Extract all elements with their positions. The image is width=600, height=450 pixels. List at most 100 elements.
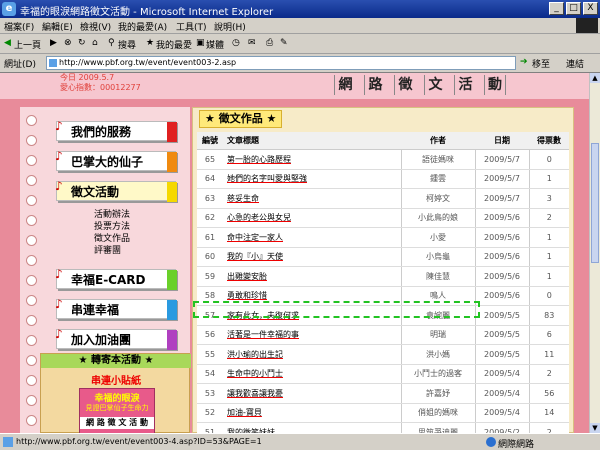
cell-author: 語徒媽咪 — [400, 149, 475, 170]
cell-title[interactable]: 她們的名字叫愛與堅強 — [223, 169, 401, 189]
cell-votes: 0 — [528, 149, 569, 170]
cell-author: 小鬥士的過客 — [400, 364, 475, 384]
nav-essay-event[interactable]: ♪ 徵文活動 — [55, 179, 177, 202]
cell-number: 53 — [197, 383, 223, 404]
nav-color-tab — [167, 182, 177, 202]
nav-palm-fairy[interactable]: ♪ 巴掌大的仙子 — [55, 149, 177, 172]
hole-decoration — [26, 155, 37, 166]
cell-title[interactable]: 加油-寶貝 — [223, 403, 401, 423]
edit-icon[interactable]: ✎ — [280, 38, 288, 48]
cell-title[interactable]: 我的『小』天使 — [223, 247, 401, 267]
cell-title[interactable]: 心急的老公與女兒 — [223, 208, 401, 228]
table-row[interactable]: 65 第一胎的心路歷程 語徒媽咪 2009/5/7 0 — [197, 149, 569, 170]
scroll-thumb[interactable] — [591, 143, 599, 263]
address-bar: 網址(D) http://www.pbf.org.tw/event/event0… — [0, 54, 600, 73]
status-bar: http://www.pbf.org.tw/event/event003-4.a… — [0, 433, 600, 450]
table-row[interactable]: 52 加油-寶貝 俏姐的媽咪 2009/5/4 14 — [197, 403, 569, 423]
vertical-scrollbar[interactable]: ▲ ▼ — [589, 73, 600, 433]
cell-number: 64 — [197, 169, 223, 189]
history-icon[interactable]: ◷ — [232, 38, 240, 48]
table-row[interactable]: 62 心急的老公與女兒 小此鳥的娘 2009/5/6 2 — [197, 208, 569, 228]
menu-view[interactable]: 檢視(V) — [80, 20, 111, 33]
menu-edit[interactable]: 編輯(E) — [42, 20, 73, 33]
banner-char: 徵 — [394, 75, 416, 95]
go-button[interactable]: 移至 — [532, 57, 550, 70]
works-title: ★ 徵文作品 ★ — [199, 110, 283, 128]
nav-label: 我們的服務 — [71, 125, 132, 139]
address-input[interactable]: http://www.pbf.org.tw/event/event003-2.a… — [46, 56, 516, 70]
cell-number: 51 — [197, 422, 223, 433]
table-row[interactable]: 53 讓我歡喜讓我憂 許嘉妤 2009/5/4 56 — [197, 383, 569, 404]
menu-favorites[interactable]: 我的最愛(A) — [118, 20, 167, 33]
cell-author: 洪小媽 — [400, 344, 475, 365]
hole-decoration — [26, 375, 37, 386]
cell-date: 2009/5/4 — [474, 383, 529, 404]
nav-link-happiness[interactable]: ♪ 串連幸福 — [55, 297, 177, 320]
subnav-judges[interactable]: 評審團 — [94, 243, 121, 256]
table-row[interactable]: 64 她們的名字叫愛與堅強 鍾雲 2009/5/7 1 — [197, 169, 569, 189]
table-row[interactable]: 59 出雞變安胎 陳佳慧 2009/5/6 1 — [197, 266, 569, 287]
go-icon[interactable]: ➔ — [520, 57, 528, 67]
cell-title[interactable]: 活著是一件幸福的事 — [223, 325, 401, 345]
internet-zone-icon — [486, 437, 496, 447]
cell-author: 鍾雲 — [400, 169, 475, 189]
nav-our-services[interactable]: ♪ 我們的服務 — [55, 119, 177, 142]
favorites-icon[interactable]: ★ — [146, 38, 154, 48]
media-icon[interactable]: ▣ — [196, 38, 205, 48]
table-row[interactable]: 54 生命中的小鬥士 小鬥士的過客 2009/5/4 2 — [197, 364, 569, 384]
cell-title[interactable]: 洪小瑜的出生記 — [223, 344, 401, 365]
nav-ecard[interactable]: ♪ 幸福E-CARD — [55, 267, 177, 290]
menu-file[interactable]: 檔案(F) — [4, 20, 34, 33]
back-button[interactable]: 上一頁 — [14, 38, 41, 51]
cell-date: 2009/5/6 — [474, 266, 529, 287]
hole-decoration — [26, 395, 37, 406]
table-row[interactable]: 51 我的微笑妹妹 思筑爭迪麗 2009/5/2 2 — [197, 422, 569, 433]
cell-title[interactable]: 命中注定一家人 — [223, 227, 401, 248]
forward-icon[interactable]: ▶ — [50, 38, 57, 48]
event-banner[interactable]: 幸福的眼淚 見證巴掌仙子生命力 網 路 徵 文 活 動 — [79, 388, 155, 433]
menu-tools[interactable]: 工具(T) — [176, 20, 207, 33]
hole-decoration — [26, 415, 37, 426]
table-row[interactable]: 56 活著是一件幸福的事 明瑞 2009/5/5 6 — [197, 325, 569, 345]
banner-footer: 網 路 徵 文 活 動 — [80, 417, 154, 429]
maximize-button[interactable]: □ — [566, 2, 581, 15]
cell-title[interactable]: 第一胎的心路歷程 — [223, 149, 401, 170]
search-button[interactable]: 搜尋 — [118, 38, 136, 51]
table-row[interactable]: 55 洪小瑜的出生記 洪小媽 2009/5/5 11 — [197, 344, 569, 365]
cell-date: 2009/5/7 — [474, 149, 529, 170]
cell-title[interactable]: 生命中的小鬥士 — [223, 364, 401, 384]
table-row[interactable]: 61 命中注定一家人 小愛 2009/5/6 1 — [197, 227, 569, 248]
nav-color-tab — [167, 152, 177, 172]
windows-logo — [576, 18, 598, 33]
cell-date: 2009/5/6 — [474, 247, 529, 267]
search-icon[interactable]: ⚲ — [108, 38, 115, 48]
menu-help[interactable]: 說明(H) — [214, 20, 246, 33]
cell-title[interactable]: 讓我歡喜讓我憂 — [223, 383, 401, 404]
nav-join-team[interactable]: ♪ 加入加油團 — [55, 327, 177, 350]
back-icon[interactable]: ◀ — [4, 38, 11, 48]
music-note-icon: ♪ — [55, 149, 63, 163]
scroll-down-arrow[interactable]: ▼ — [590, 423, 600, 433]
cell-title[interactable]: 出雞變安胎 — [223, 266, 401, 287]
mail-icon[interactable]: ✉ — [248, 38, 256, 48]
table-row[interactable]: 63 慈妥生命 柯婷文 2009/5/7 3 — [197, 188, 569, 209]
col-header-votes: 得票數 — [529, 132, 569, 150]
scroll-up-arrow[interactable]: ▲ — [590, 73, 600, 83]
sticker-link[interactable]: 串連小貼紙 — [41, 372, 191, 387]
cell-title[interactable]: 我的微笑妹妹 — [223, 422, 401, 433]
cell-title[interactable]: 慈妥生命 — [223, 188, 401, 209]
favorites-button[interactable]: 我的最愛 — [156, 38, 192, 51]
refresh-icon[interactable]: ↻ — [78, 38, 86, 48]
print-icon[interactable]: ⎙ — [266, 38, 273, 48]
stop-icon[interactable]: ⊗ — [64, 38, 72, 48]
media-button[interactable]: 媒體 — [206, 38, 224, 51]
hole-decoration — [26, 235, 37, 246]
links-button[interactable]: 連結 — [566, 57, 584, 70]
close-button[interactable]: X — [583, 2, 598, 15]
banner-char: 動 — [484, 75, 506, 95]
cell-date: 2009/5/6 — [474, 227, 529, 248]
home-icon[interactable]: ⌂ — [92, 38, 98, 48]
cell-votes: 3 — [528, 188, 569, 209]
table-row[interactable]: 60 我的『小』天使 小烏龜 2009/5/6 1 — [197, 247, 569, 267]
minimize-button[interactable]: _ — [549, 2, 564, 15]
